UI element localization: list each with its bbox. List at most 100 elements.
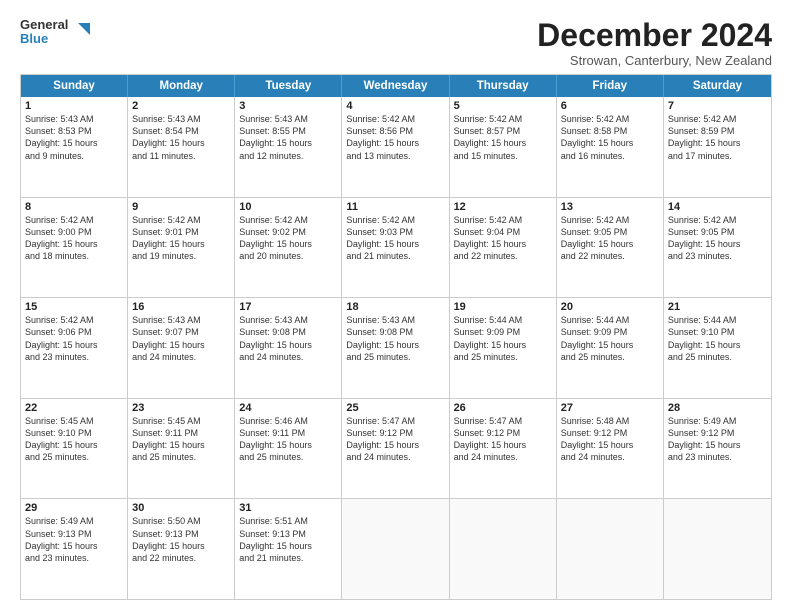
header-monday: Monday — [128, 75, 235, 97]
day-number: 12 — [454, 201, 552, 213]
logo-general: General — [20, 18, 68, 32]
day-info: Sunrise: 5:42 AM Sunset: 9:00 PM Dayligh… — [25, 214, 123, 263]
day-number: 26 — [454, 402, 552, 414]
calendar-cell — [342, 499, 449, 599]
title-block: December 2024 Strowan, Canterbury, New Z… — [537, 18, 772, 68]
day-number: 25 — [346, 402, 444, 414]
day-number: 3 — [239, 100, 337, 112]
calendar-page: General Blue December 2024 Strowan, Cant… — [0, 0, 792, 612]
day-number: 9 — [132, 201, 230, 213]
location: Strowan, Canterbury, New Zealand — [537, 53, 772, 68]
calendar-cell: 11Sunrise: 5:42 AM Sunset: 9:03 PM Dayli… — [342, 198, 449, 298]
calendar-body: 1Sunrise: 5:43 AM Sunset: 8:53 PM Daylig… — [21, 97, 771, 599]
day-info: Sunrise: 5:49 AM Sunset: 9:12 PM Dayligh… — [668, 415, 767, 464]
calendar-cell: 15Sunrise: 5:42 AM Sunset: 9:06 PM Dayli… — [21, 298, 128, 398]
day-info: Sunrise: 5:42 AM Sunset: 8:56 PM Dayligh… — [346, 113, 444, 162]
calendar-cell: 18Sunrise: 5:43 AM Sunset: 9:08 PM Dayli… — [342, 298, 449, 398]
calendar-cell: 25Sunrise: 5:47 AM Sunset: 9:12 PM Dayli… — [342, 399, 449, 499]
calendar-row: 22Sunrise: 5:45 AM Sunset: 9:10 PM Dayli… — [21, 398, 771, 499]
day-number: 5 — [454, 100, 552, 112]
calendar-cell: 29Sunrise: 5:49 AM Sunset: 9:13 PM Dayli… — [21, 499, 128, 599]
calendar-cell: 23Sunrise: 5:45 AM Sunset: 9:11 PM Dayli… — [128, 399, 235, 499]
calendar-cell: 24Sunrise: 5:46 AM Sunset: 9:11 PM Dayli… — [235, 399, 342, 499]
calendar-row: 15Sunrise: 5:42 AM Sunset: 9:06 PM Dayli… — [21, 297, 771, 398]
day-number: 14 — [668, 201, 767, 213]
calendar-row: 29Sunrise: 5:49 AM Sunset: 9:13 PM Dayli… — [21, 498, 771, 599]
header-saturday: Saturday — [664, 75, 771, 97]
day-number: 17 — [239, 301, 337, 313]
day-info: Sunrise: 5:45 AM Sunset: 9:10 PM Dayligh… — [25, 415, 123, 464]
day-number: 31 — [239, 502, 337, 514]
month-title: December 2024 — [537, 18, 772, 53]
day-info: Sunrise: 5:42 AM Sunset: 9:05 PM Dayligh… — [561, 214, 659, 263]
calendar-cell: 17Sunrise: 5:43 AM Sunset: 9:08 PM Dayli… — [235, 298, 342, 398]
day-info: Sunrise: 5:50 AM Sunset: 9:13 PM Dayligh… — [132, 515, 230, 564]
day-number: 21 — [668, 301, 767, 313]
day-number: 30 — [132, 502, 230, 514]
day-info: Sunrise: 5:43 AM Sunset: 9:07 PM Dayligh… — [132, 314, 230, 363]
calendar-cell — [557, 499, 664, 599]
calendar-cell: 8Sunrise: 5:42 AM Sunset: 9:00 PM Daylig… — [21, 198, 128, 298]
day-number: 19 — [454, 301, 552, 313]
calendar-cell: 10Sunrise: 5:42 AM Sunset: 9:02 PM Dayli… — [235, 198, 342, 298]
logo-blue: Blue — [20, 32, 68, 46]
day-info: Sunrise: 5:43 AM Sunset: 9:08 PM Dayligh… — [239, 314, 337, 363]
calendar-cell: 30Sunrise: 5:50 AM Sunset: 9:13 PM Dayli… — [128, 499, 235, 599]
day-info: Sunrise: 5:47 AM Sunset: 9:12 PM Dayligh… — [454, 415, 552, 464]
calendar-cell: 21Sunrise: 5:44 AM Sunset: 9:10 PM Dayli… — [664, 298, 771, 398]
logo: General Blue — [20, 18, 90, 47]
day-info: Sunrise: 5:42 AM Sunset: 9:02 PM Dayligh… — [239, 214, 337, 263]
calendar-cell: 28Sunrise: 5:49 AM Sunset: 9:12 PM Dayli… — [664, 399, 771, 499]
day-number: 6 — [561, 100, 659, 112]
day-number: 16 — [132, 301, 230, 313]
calendar-cell: 31Sunrise: 5:51 AM Sunset: 9:13 PM Dayli… — [235, 499, 342, 599]
logo-arrow-icon — [72, 23, 90, 41]
day-info: Sunrise: 5:48 AM Sunset: 9:12 PM Dayligh… — [561, 415, 659, 464]
header-wednesday: Wednesday — [342, 75, 449, 97]
day-number: 4 — [346, 100, 444, 112]
calendar: Sunday Monday Tuesday Wednesday Thursday… — [20, 74, 772, 600]
day-number: 27 — [561, 402, 659, 414]
day-number: 20 — [561, 301, 659, 313]
day-info: Sunrise: 5:42 AM Sunset: 9:01 PM Dayligh… — [132, 214, 230, 263]
day-number: 7 — [668, 100, 767, 112]
header-friday: Friday — [557, 75, 664, 97]
calendar-cell: 26Sunrise: 5:47 AM Sunset: 9:12 PM Dayli… — [450, 399, 557, 499]
calendar-cell: 22Sunrise: 5:45 AM Sunset: 9:10 PM Dayli… — [21, 399, 128, 499]
day-info: Sunrise: 5:42 AM Sunset: 9:06 PM Dayligh… — [25, 314, 123, 363]
day-info: Sunrise: 5:44 AM Sunset: 9:10 PM Dayligh… — [668, 314, 767, 363]
day-info: Sunrise: 5:42 AM Sunset: 9:03 PM Dayligh… — [346, 214, 444, 263]
day-number: 11 — [346, 201, 444, 213]
day-info: Sunrise: 5:49 AM Sunset: 9:13 PM Dayligh… — [25, 515, 123, 564]
calendar-cell: 9Sunrise: 5:42 AM Sunset: 9:01 PM Daylig… — [128, 198, 235, 298]
calendar-cell — [664, 499, 771, 599]
calendar-cell: 6Sunrise: 5:42 AM Sunset: 8:58 PM Daylig… — [557, 97, 664, 197]
day-info: Sunrise: 5:42 AM Sunset: 9:05 PM Dayligh… — [668, 214, 767, 263]
calendar-cell: 20Sunrise: 5:44 AM Sunset: 9:09 PM Dayli… — [557, 298, 664, 398]
day-info: Sunrise: 5:42 AM Sunset: 8:58 PM Dayligh… — [561, 113, 659, 162]
calendar-cell — [450, 499, 557, 599]
calendar-cell: 5Sunrise: 5:42 AM Sunset: 8:57 PM Daylig… — [450, 97, 557, 197]
calendar-cell: 1Sunrise: 5:43 AM Sunset: 8:53 PM Daylig… — [21, 97, 128, 197]
day-info: Sunrise: 5:51 AM Sunset: 9:13 PM Dayligh… — [239, 515, 337, 564]
header-sunday: Sunday — [21, 75, 128, 97]
calendar-cell: 27Sunrise: 5:48 AM Sunset: 9:12 PM Dayli… — [557, 399, 664, 499]
day-info: Sunrise: 5:43 AM Sunset: 8:54 PM Dayligh… — [132, 113, 230, 162]
day-number: 18 — [346, 301, 444, 313]
day-number: 15 — [25, 301, 123, 313]
calendar-cell: 7Sunrise: 5:42 AM Sunset: 8:59 PM Daylig… — [664, 97, 771, 197]
day-number: 1 — [25, 100, 123, 112]
day-info: Sunrise: 5:47 AM Sunset: 9:12 PM Dayligh… — [346, 415, 444, 464]
calendar-cell: 12Sunrise: 5:42 AM Sunset: 9:04 PM Dayli… — [450, 198, 557, 298]
day-info: Sunrise: 5:44 AM Sunset: 9:09 PM Dayligh… — [454, 314, 552, 363]
day-number: 2 — [132, 100, 230, 112]
header-thursday: Thursday — [450, 75, 557, 97]
day-number: 29 — [25, 502, 123, 514]
day-number: 28 — [668, 402, 767, 414]
calendar-header: Sunday Monday Tuesday Wednesday Thursday… — [21, 75, 771, 97]
day-info: Sunrise: 5:44 AM Sunset: 9:09 PM Dayligh… — [561, 314, 659, 363]
day-info: Sunrise: 5:42 AM Sunset: 9:04 PM Dayligh… — [454, 214, 552, 263]
day-info: Sunrise: 5:45 AM Sunset: 9:11 PM Dayligh… — [132, 415, 230, 464]
day-info: Sunrise: 5:43 AM Sunset: 8:53 PM Dayligh… — [25, 113, 123, 162]
day-number: 23 — [132, 402, 230, 414]
